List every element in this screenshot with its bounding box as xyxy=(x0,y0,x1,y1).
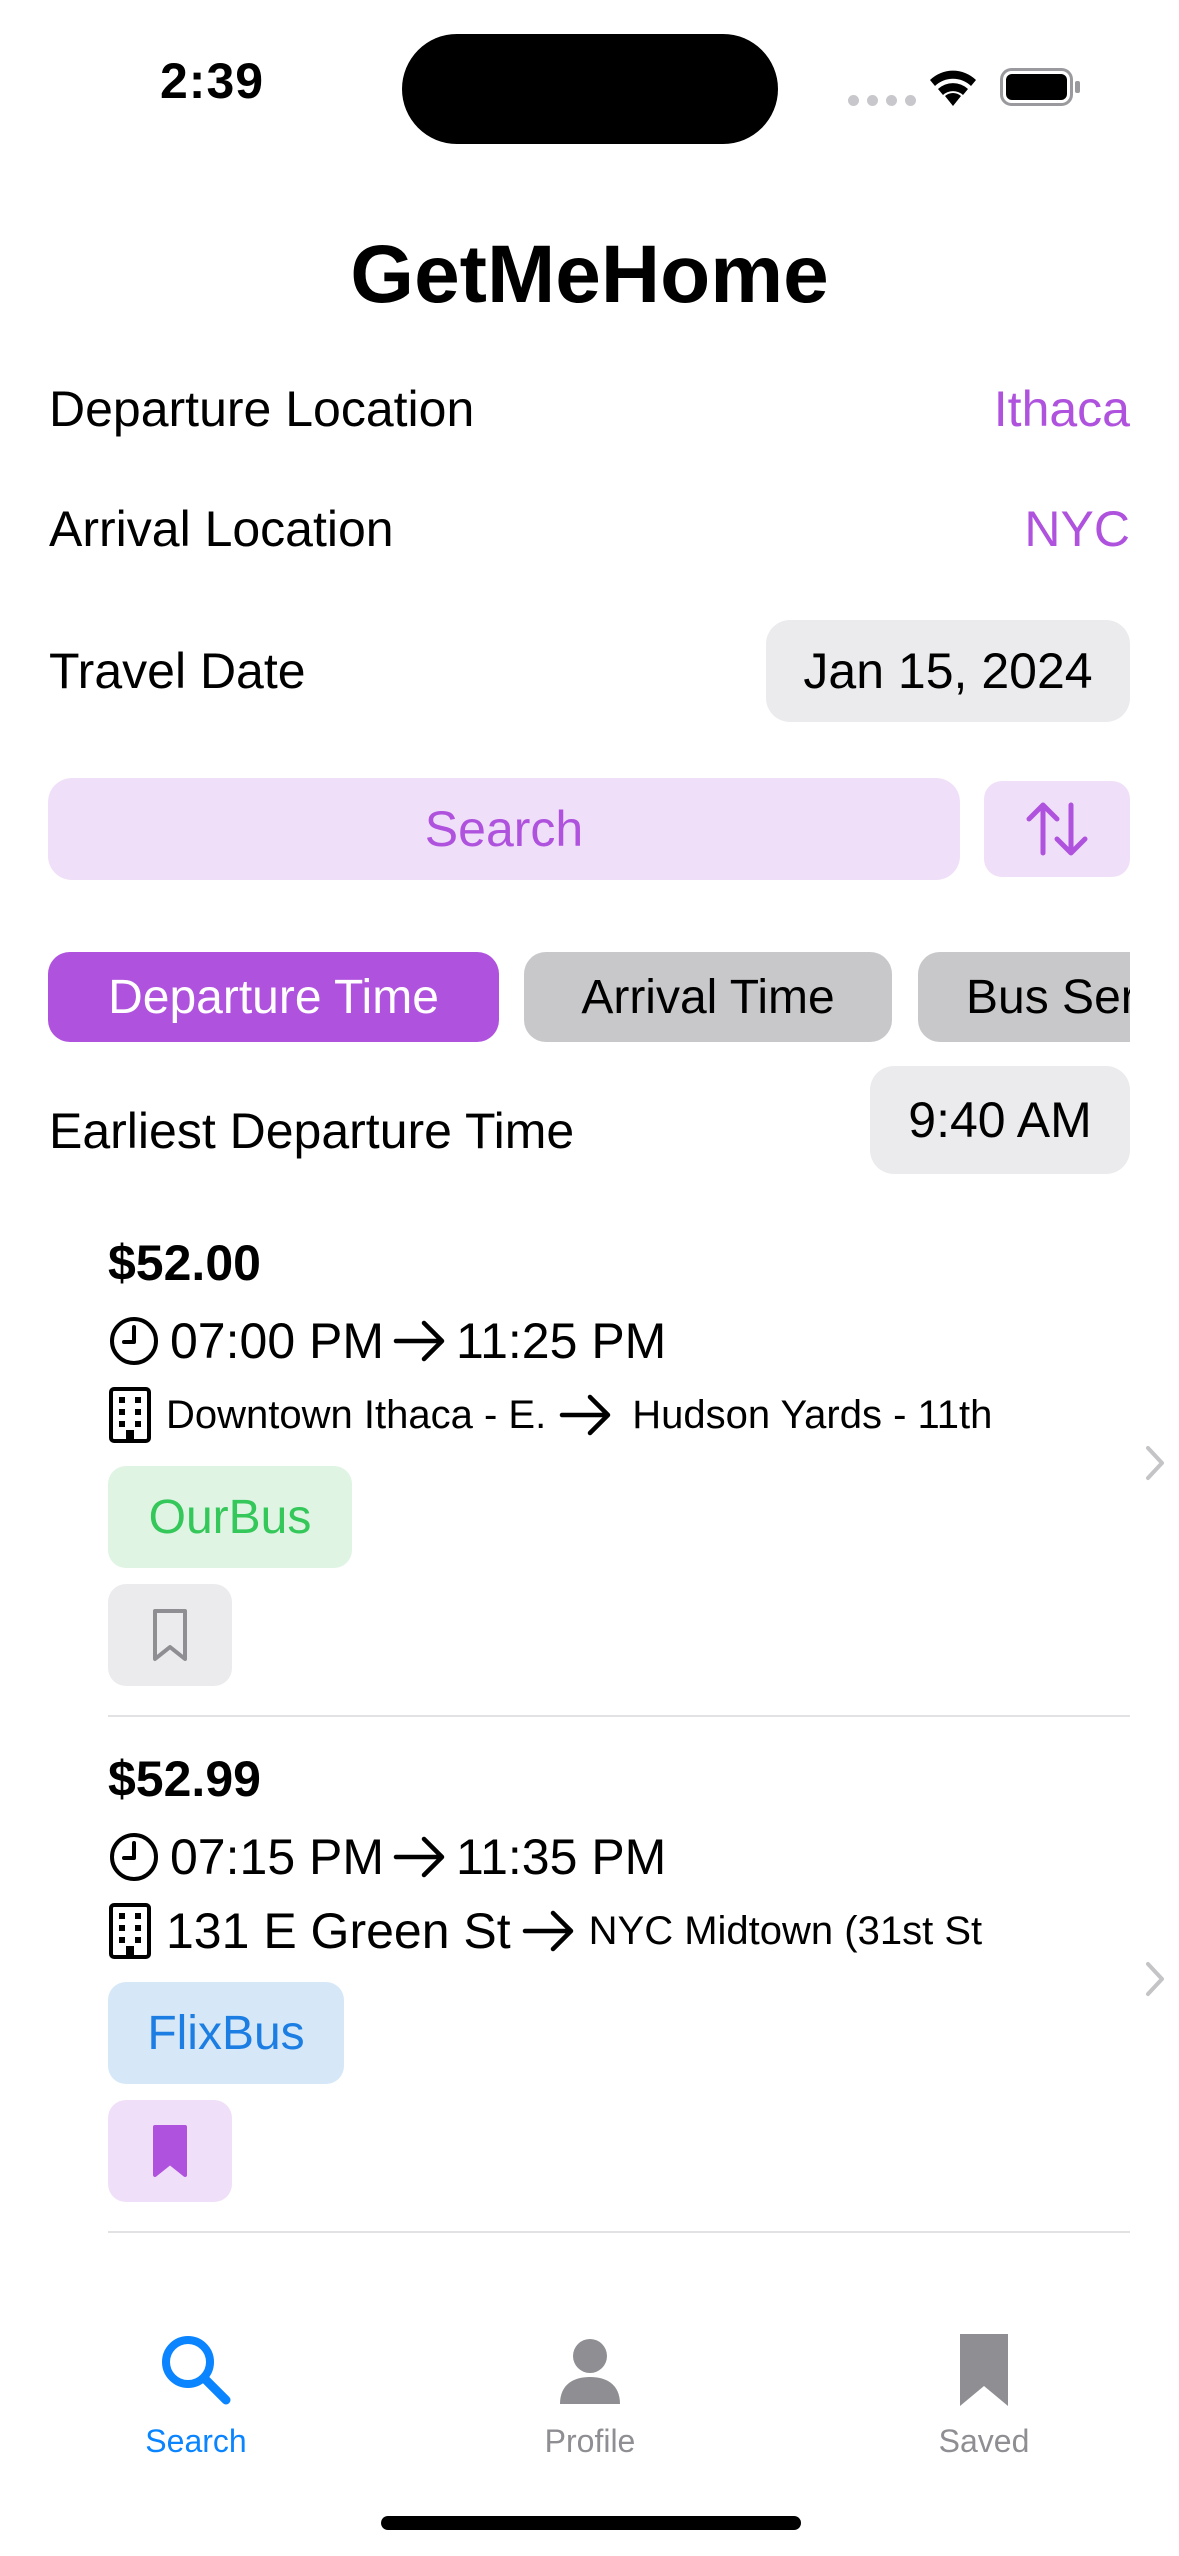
carrier-badge: FlixBus xyxy=(108,1982,344,2084)
row-divider xyxy=(108,1715,1130,1717)
tab-bar: Search Profile Saved xyxy=(0,2300,1179,2500)
result-row[interactable]: $52.00 07:00 PM 11:25 PM Downtown Ithaca… xyxy=(108,1234,1164,1714)
sort-chip-strip[interactable]: Departure Time Arrival Time Bus Ser xyxy=(48,952,1130,1044)
from-stop: 131 E Green St xyxy=(166,1903,511,1959)
tab-label: Saved xyxy=(938,2423,1030,2459)
bookmark-filled-icon xyxy=(153,2125,187,2177)
tab-profile[interactable]: Profile xyxy=(490,2330,690,2460)
travel-date-label: Travel Date xyxy=(49,643,306,699)
earliest-departure-label: Earliest Departure Time xyxy=(49,1103,575,1159)
search-button[interactable]: Search xyxy=(48,778,960,880)
carrier-badge: OurBus xyxy=(108,1466,352,1568)
arrow-right-icon xyxy=(393,1320,445,1362)
departure-location-picker[interactable]: Ithaca xyxy=(994,380,1130,438)
depart-time: 07:00 PM xyxy=(170,1313,385,1369)
app-title: GetMeHome xyxy=(350,229,829,320)
dynamic-island xyxy=(402,34,778,144)
stop-route: Downtown Ithaca - E. Hudson Yards - 11th xyxy=(108,1386,992,1444)
chevron-right-icon xyxy=(1146,1446,1164,1480)
clock-icon xyxy=(110,1317,158,1365)
to-stop: NYC Midtown (31st St xyxy=(588,1908,983,1953)
from-stop: Downtown Ithaca - E. xyxy=(166,1392,547,1437)
clock-icon xyxy=(110,1833,158,1881)
building-icon xyxy=(109,1387,151,1443)
earliest-departure-time-picker[interactable]: 9:40 AM xyxy=(870,1066,1130,1174)
status-time: 2:39 xyxy=(160,53,265,109)
bookmark-button[interactable] xyxy=(108,1584,232,1686)
arrive-time: 11:35 PM xyxy=(456,1829,667,1885)
bookmark-button[interactable] xyxy=(108,2100,232,2202)
cellular-signal-icon xyxy=(848,95,916,106)
to-stop: Hudson Yards - 11th xyxy=(632,1392,993,1437)
arrow-right-icon xyxy=(393,1836,445,1878)
price-label: $52.99 xyxy=(108,1751,261,1807)
bookmark-icon xyxy=(960,2334,1008,2406)
time-range: 07:00 PM 11:25 PM xyxy=(108,1312,666,1370)
arrival-location-picker[interactable]: NYC xyxy=(1024,500,1130,558)
magnifying-glass-icon xyxy=(162,2336,231,2405)
arrival-location-label: Arrival Location xyxy=(49,501,394,557)
tab-saved[interactable]: Saved xyxy=(884,2330,1084,2460)
building-icon xyxy=(109,1903,151,1959)
battery-icon xyxy=(1000,68,1080,106)
tab-label: Profile xyxy=(544,2423,636,2459)
arrow-up-arrow-down-icon xyxy=(1026,802,1088,856)
arrow-right-icon xyxy=(559,1394,611,1436)
price-label: $52.00 xyxy=(108,1235,261,1291)
depart-time: 07:15 PM xyxy=(170,1829,385,1885)
travel-date-picker[interactable]: Jan 15, 2024 xyxy=(766,620,1130,722)
chevron-right-icon xyxy=(1146,1962,1164,1996)
sort-chip-departure-time[interactable]: Departure Time xyxy=(48,952,499,1042)
departure-location-label: Departure Location xyxy=(49,381,475,437)
app-screen: 2:39 GetMeHome Departure Location Ithaca… xyxy=(0,0,1179,2556)
bookmark-outline-icon xyxy=(153,1609,187,1661)
tab-label: Search xyxy=(145,2423,247,2459)
sort-chip-arrival-time[interactable]: Arrival Time xyxy=(524,952,892,1042)
sort-chip-bus-service[interactable]: Bus Ser xyxy=(918,952,1130,1042)
wifi-icon xyxy=(930,70,976,106)
arrow-right-icon xyxy=(522,1910,573,1952)
stop-route: 131 E Green St NYC Midtown (31st St xyxy=(108,1902,982,1960)
swap-locations-button[interactable] xyxy=(984,781,1130,877)
row-divider xyxy=(108,2231,1130,2233)
person-icon xyxy=(560,2339,620,2404)
tab-search[interactable]: Search xyxy=(96,2330,296,2460)
result-row[interactable]: $52.99 07:15 PM 11:35 PM 131 E Green St … xyxy=(108,1750,1164,2230)
time-range: 07:15 PM 11:35 PM xyxy=(108,1828,666,1886)
home-indicator xyxy=(381,2516,801,2530)
arrive-time: 11:25 PM xyxy=(456,1313,667,1369)
